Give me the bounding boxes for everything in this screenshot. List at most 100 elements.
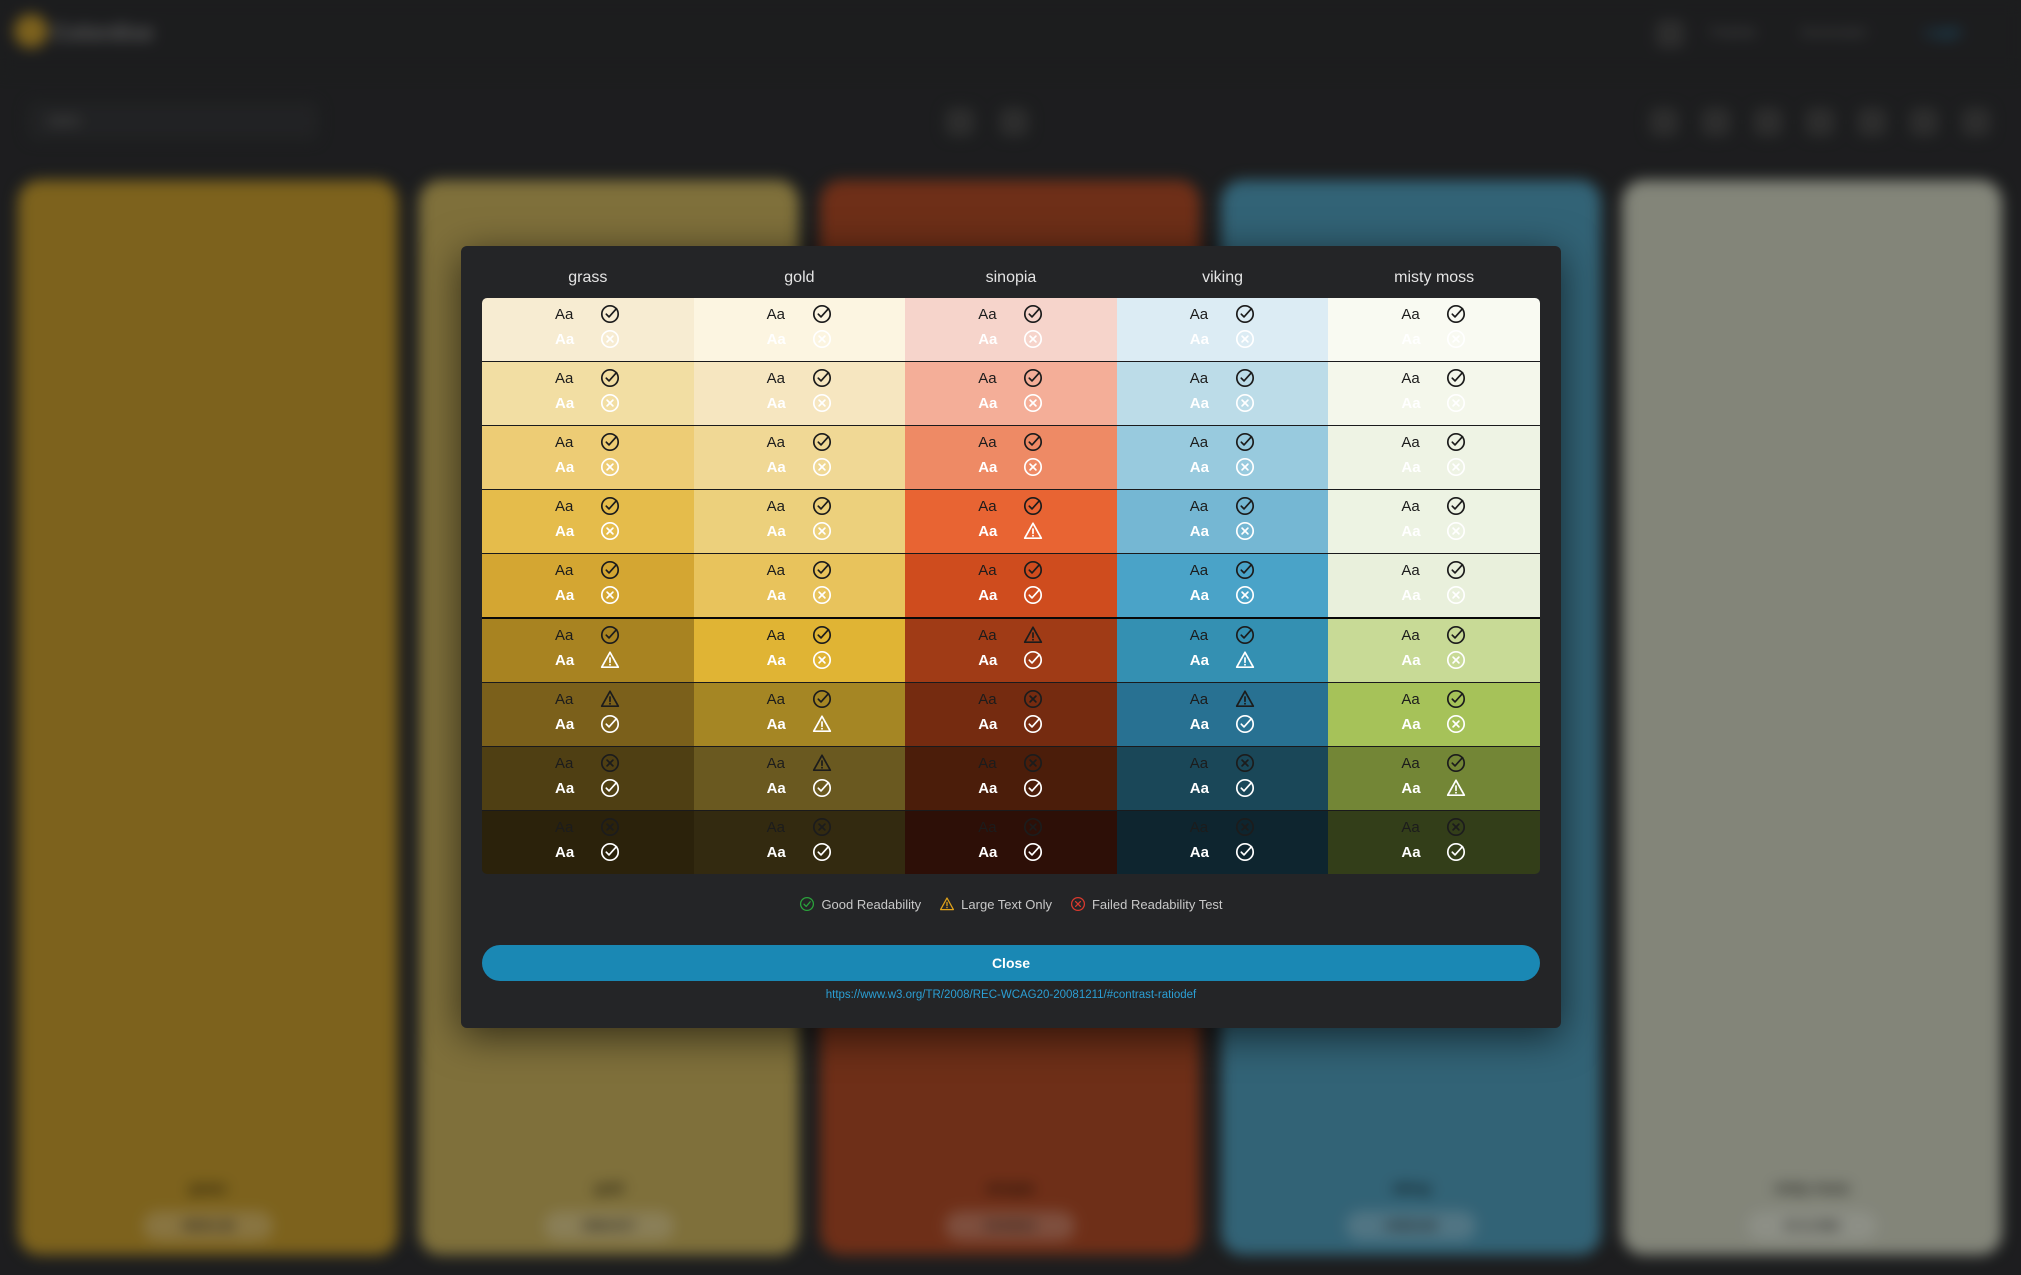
shade-cell-viking-8[interactable]: Aa Aa [1116,747,1329,810]
wcag-reference-link[interactable]: https://www.w3.org/TR/2008/REC-WCAG20-20… [461,989,1561,1001]
sample-text: Aa [1401,587,1421,604]
sample-text: Aa [978,755,997,772]
dark-text-sample: Aa [1328,368,1540,390]
warning-triangle-icon [600,651,620,669]
sample-text: Aa [1401,780,1421,797]
shade-cell-gold-3[interactable]: Aa Aa [693,426,906,489]
light-text-sample: Aa [694,521,906,543]
sample-text: Aa [766,498,785,515]
shade-cell-gold-6[interactable]: Aa Aa [693,619,906,682]
shade-cell-misty-moss-5[interactable]: Aa Aa [1328,554,1540,617]
light-text-sample: Aa [905,778,1117,800]
shade-cell-misty-moss-1[interactable]: Aa Aa [1328,298,1540,361]
sample-text: Aa [978,716,998,733]
column-header-misty-moss: misty moss [1394,269,1475,286]
shade-cell-grass-6[interactable]: Aa Aa [482,619,694,682]
shade-cell-viking-4[interactable]: Aa Aa [1116,490,1329,553]
x-circle-icon [1447,393,1466,413]
shade-cell-gold-2[interactable]: Aa Aa [693,362,906,425]
light-text-sample: Aa [1328,778,1540,800]
shade-cell-misty-moss-7[interactable]: Aa Aa [1328,683,1540,746]
shade-cell-gold-4[interactable]: Aa Aa [693,490,906,553]
shade-cell-sinopia-3[interactable]: Aa Aa [905,426,1117,489]
light-text-sample: Aa [1117,650,1329,672]
shade-cell-grass-4[interactable]: Aa Aa [482,490,694,553]
shade-cell-sinopia-8[interactable]: Aa Aa [905,747,1117,810]
shade-cell-gold-7[interactable]: Aa Aa [693,683,906,746]
dark-text-sample: Aa [905,496,1117,518]
shade-cell-grass-1[interactable]: Aa Aa [482,298,694,361]
shade-cell-gold-8[interactable]: Aa Aa [693,747,906,810]
sample-text: Aa [555,587,575,604]
shade-cell-misty-moss-6[interactable]: Aa Aa [1328,619,1540,682]
legend-failed-label: Failed Readability Test [1091,896,1223,912]
shade-cell-viking-3[interactable]: Aa Aa [1116,426,1329,489]
light-text-sample: Aa [1328,393,1540,415]
sample-text: Aa [766,691,785,708]
shade-cell-misty-moss-4[interactable]: Aa Aa [1328,490,1540,553]
legend: Good Readability Large Text Only Failed … [461,896,1561,912]
shade-cell-sinopia-9[interactable]: Aa Aa [905,811,1117,874]
check-circle-icon [812,778,831,798]
sample-text: Aa [978,395,998,412]
shade-cell-sinopia-7[interactable]: Aa Aa [905,683,1117,746]
sample-text: Aa [1401,819,1420,836]
x-circle-icon [1235,457,1254,477]
check-circle-icon [812,625,831,645]
shade-row: Aa Aa Aa Aa Aa Aa Aa Aa Aa Aa [482,746,1540,810]
shade-cell-grass-5[interactable]: Aa Aa [482,554,694,617]
x-circle-icon [600,457,620,477]
dark-text-sample: Aa [1117,560,1329,582]
shade-cell-grass-8[interactable]: Aa Aa [482,747,694,810]
shade-cell-grass-2[interactable]: Aa Aa [482,362,694,425]
shade-cell-gold-5[interactable]: Aa Aa [693,554,906,617]
shade-cell-misty-moss-3[interactable]: Aa Aa [1328,426,1540,489]
sample-text: Aa [978,523,998,540]
dark-text-sample: Aa [905,368,1117,390]
shade-cell-grass-9[interactable]: Aa Aa [482,811,694,874]
close-button[interactable]: Close [482,945,1540,981]
sample-text: Aa [766,434,785,451]
check-circle-icon [1235,842,1254,862]
shade-cell-viking-9[interactable]: Aa Aa [1116,811,1329,874]
sample-text: Aa [1401,523,1421,540]
dark-text-sample: Aa [482,304,694,326]
shade-cell-gold-9[interactable]: Aa Aa [693,811,906,874]
sample-text: Aa [978,331,998,348]
sample-text: Aa [555,370,574,387]
shade-cell-viking-1[interactable]: Aa Aa [1116,298,1329,361]
shade-cell-grass-7[interactable]: Aa Aa [482,683,694,746]
warning-triangle-icon [812,715,831,733]
shade-cell-sinopia-6[interactable]: Aa Aa [905,619,1117,682]
shade-cell-grass-3[interactable]: Aa Aa [482,426,694,489]
shade-cell-sinopia-1[interactable]: Aa Aa [905,298,1117,361]
sample-text: Aa [1189,652,1209,669]
shade-cell-viking-5[interactable]: Aa Aa [1116,554,1329,617]
sample-text: Aa [1401,306,1420,323]
shade-cell-sinopia-2[interactable]: Aa Aa [905,362,1117,425]
check-circle-icon [1024,432,1043,452]
sample-text: Aa [1401,844,1421,861]
warning-triangle-icon [1024,522,1043,540]
sample-text: Aa [978,819,997,836]
shade-cell-viking-7[interactable]: Aa Aa [1116,683,1329,746]
shade-row: Aa Aa Aa Aa Aa Aa Aa Aa Aa Aa [482,298,1540,361]
x-circle-icon [600,393,620,413]
sample-text: Aa [766,395,786,412]
shade-cell-misty-moss-8[interactable]: Aa Aa [1328,747,1540,810]
dark-text-sample: Aa [482,368,694,390]
shade-cell-sinopia-5[interactable]: Aa Aa [905,554,1117,617]
shade-cell-misty-moss-2[interactable]: Aa Aa [1328,362,1540,425]
check-circle-icon [1235,560,1254,580]
shade-cell-viking-2[interactable]: Aa Aa [1116,362,1329,425]
shade-cell-sinopia-4[interactable]: Aa Aa [905,490,1117,553]
dark-text-sample: Aa [1117,817,1329,839]
light-text-sample: Aa [905,457,1117,479]
dark-text-sample: Aa [1328,689,1540,711]
light-text-sample: Aa [1117,393,1329,415]
sample-text: Aa [766,562,785,579]
shade-cell-misty-moss-9[interactable]: Aa Aa [1328,811,1540,874]
shade-cell-gold-1[interactable]: Aa Aa [693,298,906,361]
column-header-viking: viking [1202,269,1244,286]
shade-cell-viking-6[interactable]: Aa Aa [1116,619,1329,682]
